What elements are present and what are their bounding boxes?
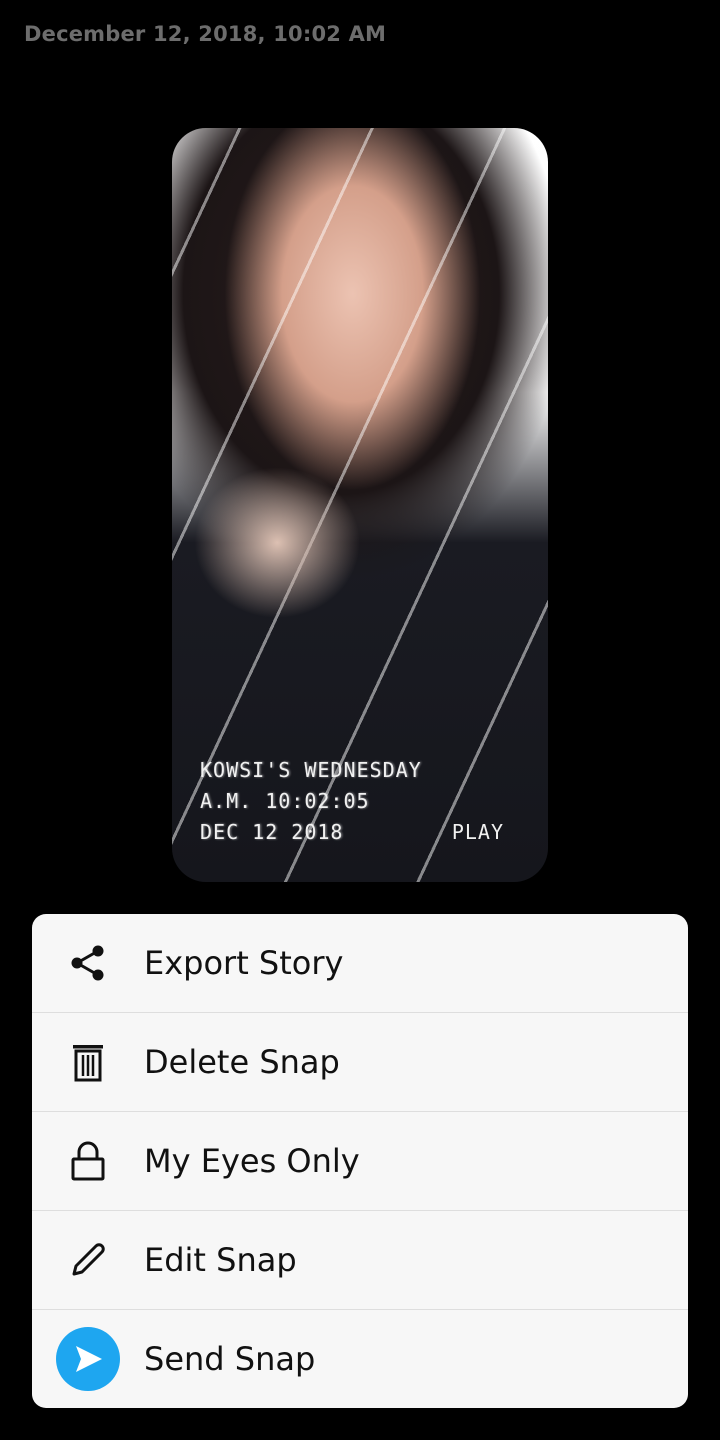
send-icon-wrapper [32, 1327, 144, 1391]
delete-snap-button[interactable]: Delete Snap [32, 1013, 688, 1112]
my-eyes-only-label: My Eyes Only [144, 1142, 360, 1180]
edit-snap-button[interactable]: Edit Snap [32, 1211, 688, 1310]
export-story-label: Export Story [144, 944, 344, 982]
send-snap-button[interactable]: Send Snap [32, 1310, 688, 1408]
share-icon [32, 943, 144, 983]
snap-timestamp: December 12, 2018, 10:02 AM [24, 22, 387, 46]
trash-icon [32, 1042, 144, 1082]
delete-snap-label: Delete Snap [144, 1043, 340, 1081]
edit-snap-label: Edit Snap [144, 1241, 297, 1279]
export-story-button[interactable]: Export Story [32, 914, 688, 1013]
snap-overlay-title: KOWSI'S WEDNESDAY [200, 758, 422, 782]
snap-overlay-time: A.M. 10:02:05 [200, 789, 370, 813]
pencil-icon [32, 1240, 144, 1280]
send-snap-label: Send Snap [144, 1340, 316, 1378]
send-icon [56, 1327, 120, 1391]
snap-thumbnail[interactable]: KOWSI'S WEDNESDAY A.M. 10:02:05 DEC 12 2… [172, 128, 548, 882]
snap-action-menu: Export Story Delete Snap My Eyes Only Ed… [32, 914, 688, 1408]
snap-overlay-date: DEC 12 2018 [200, 820, 344, 844]
lock-icon [32, 1140, 144, 1182]
snap-overlay-play: PLAY [451, 820, 504, 844]
my-eyes-only-button[interactable]: My Eyes Only [32, 1112, 688, 1211]
